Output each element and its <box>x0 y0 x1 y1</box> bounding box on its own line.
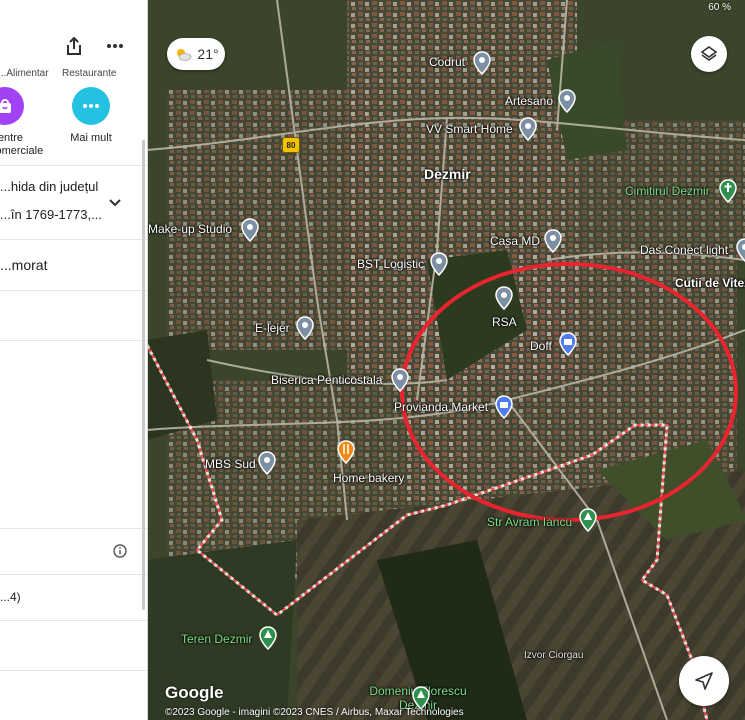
more-options-button[interactable] <box>103 34 127 58</box>
row-number: ...4) <box>0 590 21 604</box>
place-label[interactable]: Codrut <box>429 55 465 69</box>
place-label[interactable]: VV Smart Home <box>426 122 513 136</box>
google-logo: Google <box>165 683 224 702</box>
place-label[interactable]: Home bakery <box>333 471 404 485</box>
share-icon <box>67 36 81 55</box>
partly-cloudy-icon <box>177 49 192 61</box>
status-bar-battery: 60 % <box>708 2 731 13</box>
road-number-badge: 80 <box>282 137 300 153</box>
place-label[interactable]: Casa MD <box>490 234 540 248</box>
place-label[interactable]: Teren Dezmir <box>181 632 252 646</box>
place-label[interactable]: RSA <box>492 315 517 329</box>
cemetery-pin-icon[interactable] <box>719 179 737 203</box>
satellite-map[interactable]: 60 % 21° 80 Codrut Artesano VV Smart Hom… <box>147 0 745 720</box>
shopping-centers-label-line1: Centre <box>0 132 24 144</box>
place-details-panel: ...Alimentar Restaurante Centre comercia… <box>0 0 148 720</box>
place-label[interactable]: Izvor Ciorgau <box>524 650 583 661</box>
expand-button[interactable] <box>108 195 122 213</box>
chevron-down-icon <box>109 199 121 207</box>
place-label[interactable]: Biserica Penticostala <box>271 373 382 387</box>
place-pin-icon[interactable] <box>241 218 259 242</box>
category-label-restaurants: Restaurante <box>62 68 117 79</box>
place-label[interactable]: E-lejer <box>255 321 290 335</box>
park-pin-icon[interactable] <box>579 508 597 532</box>
more-horizontal-icon <box>107 44 123 48</box>
shopping-bag-icon <box>0 99 11 113</box>
weather-temperature: 21° <box>197 46 219 62</box>
navigation-arrow-icon <box>695 672 713 690</box>
history-line-2: ...în 1769-1773,... <box>0 207 102 222</box>
history-line-1: ...hida din județul <box>0 179 99 194</box>
divider <box>0 165 147 166</box>
shop-pin-icon[interactable] <box>495 395 513 419</box>
place-pin-icon[interactable] <box>558 89 576 113</box>
park-pin-icon[interactable] <box>259 626 277 650</box>
divider <box>0 528 147 529</box>
more-dots-icon <box>83 104 99 108</box>
place-pin-icon[interactable] <box>296 316 314 340</box>
divider <box>0 340 147 341</box>
my-location-button[interactable] <box>679 656 729 706</box>
map-attribution: ©2023 Google - imagini ©2023 CNES / Airb… <box>165 707 464 718</box>
place-label[interactable]: Das Conect light <box>640 243 728 257</box>
divider <box>0 290 147 291</box>
divider <box>0 574 147 575</box>
satellite-imagery <box>147 0 745 720</box>
place-label[interactable]: Cutii de Vitez <box>675 276 745 290</box>
place-label[interactable]: BST Logistic <box>357 257 424 271</box>
place-label[interactable]: Doff <box>530 339 552 353</box>
shopping-centers-label-line2: comerciale <box>0 145 44 157</box>
info-icon <box>113 544 127 558</box>
place-pin-icon[interactable] <box>544 229 562 253</box>
place-pin-icon[interactable] <box>391 368 409 392</box>
category-label-cut: ...Alimentar <box>0 68 49 79</box>
place-pin-icon[interactable] <box>519 117 537 141</box>
place-pin-icon[interactable] <box>736 238 745 262</box>
shop-pin-icon[interactable] <box>559 332 577 356</box>
share-button[interactable] <box>62 34 86 58</box>
place-label[interactable]: Make-up Studio <box>148 222 232 236</box>
layers-icon <box>700 46 718 61</box>
row-label[interactable]: ...morat <box>0 257 47 273</box>
divider <box>0 620 147 621</box>
restaurant-pin-icon[interactable] <box>337 440 355 464</box>
divider <box>0 239 147 240</box>
place-label[interactable]: Artesano <box>505 94 553 108</box>
place-label[interactable]: Cimitirul Dezmir <box>625 184 710 198</box>
place-pin-icon[interactable] <box>473 51 491 75</box>
place-pin-icon[interactable] <box>258 451 276 475</box>
layers-button[interactable] <box>691 36 727 72</box>
more-label: Mai mult <box>70 132 112 144</box>
town-label[interactable]: Dezmir <box>424 166 471 182</box>
more-button[interactable] <box>72 87 110 125</box>
weather-chip[interactable]: 21° <box>167 38 225 70</box>
panel-scrollbar[interactable] <box>142 140 145 610</box>
place-label[interactable]: Str Avram Iancu <box>487 515 572 529</box>
place-pin-icon[interactable] <box>430 252 448 276</box>
place-label[interactable]: Provianda Market <box>394 400 488 414</box>
info-button[interactable] <box>113 544 127 563</box>
place-label[interactable]: MBS Sud <box>205 457 256 471</box>
place-pin-icon[interactable] <box>495 286 513 310</box>
shopping-centers-button[interactable] <box>0 87 24 125</box>
divider <box>0 670 147 671</box>
shopping-centers-label: Centre comerciale <box>0 132 50 158</box>
